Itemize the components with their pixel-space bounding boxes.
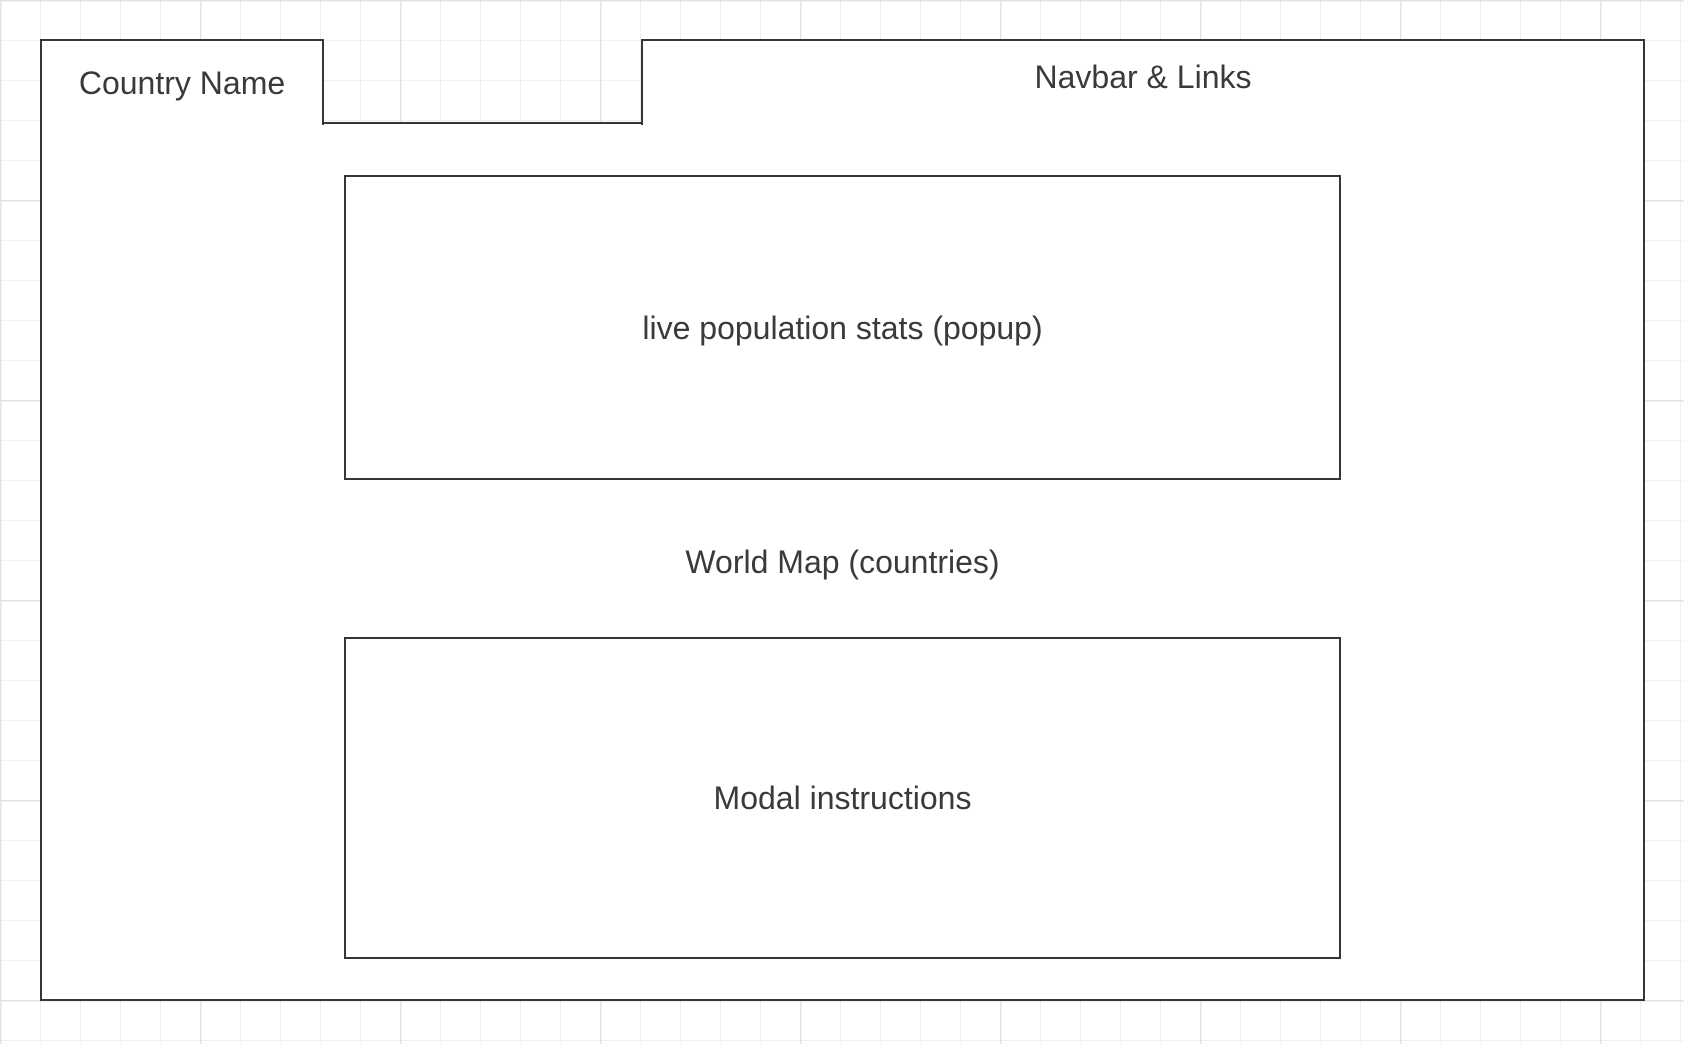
- navbar-links-box[interactable]: Navbar & Links: [641, 39, 1645, 125]
- population-stats-popup[interactable]: live population stats (popup): [344, 175, 1341, 480]
- modal-instructions-box[interactable]: Modal instructions: [344, 637, 1341, 959]
- navbar-links-label: Navbar & Links: [1034, 59, 1252, 95]
- population-stats-label: live population stats (popup): [642, 309, 1043, 346]
- country-name-tab[interactable]: Country Name: [40, 39, 324, 125]
- modal-instructions-label: Modal instructions: [713, 780, 972, 816]
- country-name-label: Country Name: [78, 65, 286, 101]
- world-map-label: World Map (countries): [685, 544, 1000, 580]
